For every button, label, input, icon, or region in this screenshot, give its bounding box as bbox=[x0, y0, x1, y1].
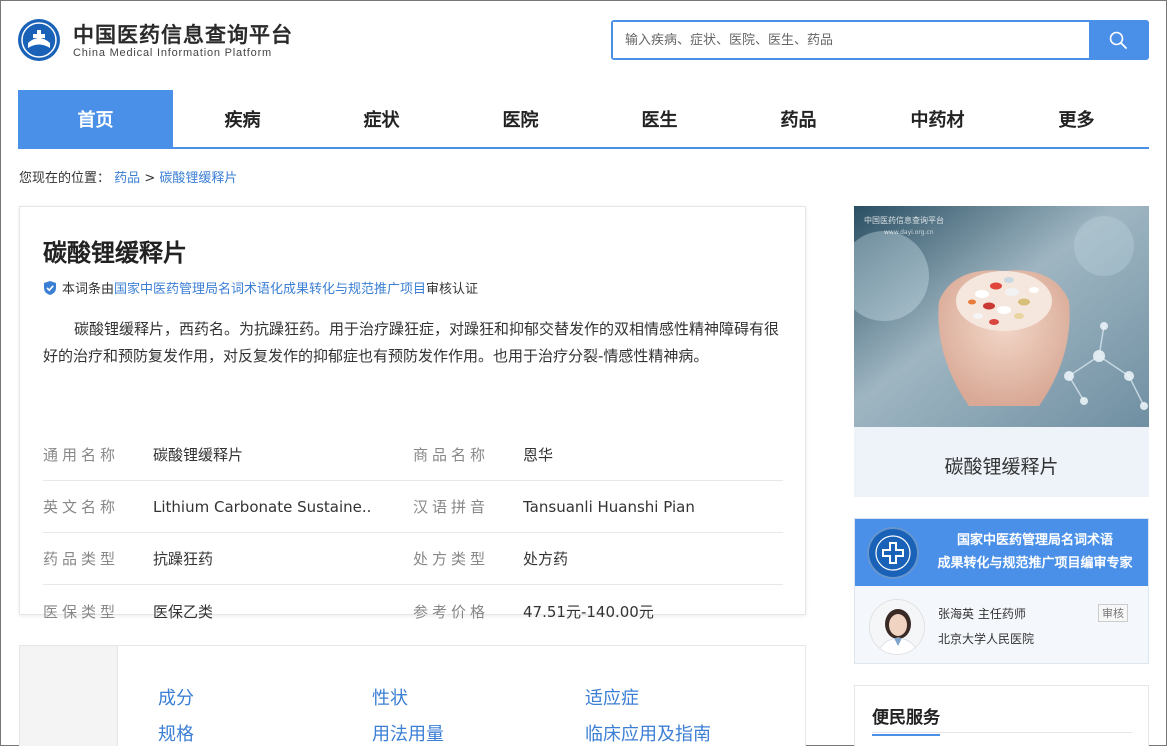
info-value: 处方药 bbox=[523, 550, 569, 568]
expert-card: 国家中医药管理局名词术语 成果转化与规范推广项目编审专家 张海英 主任药师 北京… bbox=[854, 518, 1149, 664]
nav-item-home[interactable]: 首页 bbox=[18, 90, 173, 147]
section-link-indications[interactable]: 适应症 bbox=[585, 684, 639, 710]
info-row: 英文名称 Lithium Carbonate Sustaine.. 汉语拼音 Tan… bbox=[43, 481, 783, 533]
info-label: 商品名称 bbox=[413, 446, 490, 464]
section-link-properties[interactable]: 性状 bbox=[372, 684, 408, 710]
nav-item-more[interactable]: 更多 bbox=[1007, 90, 1146, 147]
info-value: 恩华 bbox=[523, 446, 554, 464]
breadcrumb-prefix: 您现在的位置： bbox=[19, 171, 111, 186]
info-label: 药品类型 bbox=[43, 550, 120, 568]
info-row: 医保类型 医保乙类 参考价格 47.51元-140.00元 bbox=[43, 585, 783, 637]
main-nav: 首页 疾病 症状 医院 医生 药品 中药材 更多 bbox=[18, 90, 1149, 149]
section-links-side bbox=[20, 646, 118, 746]
info-row: 通用名称 碳酸锂缓释片 商品名称 恩华 bbox=[43, 429, 783, 481]
info-label: 医保类型 bbox=[43, 602, 120, 621]
section-link-dosage[interactable]: 用法用量 bbox=[372, 720, 444, 746]
info-value: 抗躁狂药 bbox=[153, 550, 214, 568]
service-card: 便民服务 bbox=[854, 685, 1149, 746]
search-button[interactable] bbox=[1089, 22, 1147, 58]
certification-line: 本词条由 国家中医药管理局名词术语化成果转化与规范推广项目 审核认证 bbox=[43, 278, 478, 297]
nav-item-herbal[interactable]: 中药材 bbox=[868, 90, 1007, 147]
expert-hospital: 北京大学人民医院 bbox=[938, 632, 1035, 646]
search-box bbox=[611, 20, 1149, 60]
info-row: 药品类型 抗躁狂药 处方类型 处方药 bbox=[43, 533, 783, 585]
nav-item-doctor[interactable]: 医生 bbox=[590, 90, 729, 147]
info-label: 英文名称 bbox=[43, 498, 120, 516]
nav-item-drug[interactable]: 药品 bbox=[729, 90, 868, 147]
site-title[interactable]: 中国医药信息查询平台 bbox=[73, 19, 293, 49]
expert-banner: 国家中医药管理局名词术语 成果转化与规范推广项目编审专家 bbox=[855, 519, 1148, 586]
info-value: 碳酸锂缓释片 bbox=[153, 446, 244, 464]
service-divider bbox=[872, 732, 1132, 733]
nav-item-disease[interactable]: 疾病 bbox=[173, 90, 312, 147]
info-value: Tansuanli Huanshi Pian bbox=[523, 497, 695, 516]
info-value: 医保乙类 bbox=[153, 602, 214, 621]
cert-prefix: 本词条由 bbox=[62, 282, 115, 297]
expert-name[interactable]: 张海英 主任药师 bbox=[938, 605, 1026, 622]
image-watermark-url: www.dayi.org.cn bbox=[884, 229, 934, 236]
drug-image[interactable]: 中国医药信息查询平台 www.dayi.org.cn bbox=[854, 206, 1149, 427]
search-input[interactable] bbox=[613, 22, 1089, 58]
avatar[interactable] bbox=[869, 599, 925, 655]
verified-shield-icon bbox=[44, 280, 56, 295]
info-value: Lithium Carbonate Sustaine.. bbox=[153, 497, 372, 516]
breadcrumb: 您现在的位置： 药品 > 碳酸锂缓释片 bbox=[19, 167, 237, 186]
drug-description: 碳酸锂缓释片，西药名。为抗躁狂药。用于治疗躁狂症，对躁狂和抑郁交替发作的双相情感… bbox=[43, 320, 780, 365]
nav-item-symptom[interactable]: 症状 bbox=[312, 90, 451, 147]
banner-line2: 成果转化与规范推广项目编审专家 bbox=[937, 556, 1133, 571]
info-label: 参考价格 bbox=[413, 602, 490, 621]
drug-image-caption: 碳酸锂缓释片 bbox=[944, 456, 1059, 478]
section-link-ingredients[interactable]: 成分 bbox=[158, 684, 194, 710]
drug-card: 碳酸锂缓释片 本词条由 国家中医药管理局名词术语化成果转化与规范推广项目 审核认证 … bbox=[19, 206, 806, 621]
image-watermark: 中国医药信息查询平台 bbox=[864, 215, 944, 225]
drug-image-card: 中国医药信息查询平台 www.dayi.org.cn 碳酸锂缓释片 bbox=[854, 206, 1149, 497]
breadcrumb-separator: > bbox=[144, 171, 156, 186]
breadcrumb-link-drug[interactable]: 药品 bbox=[114, 171, 140, 186]
site-header: 中国医药信息查询平台 China Medical Information Pla… bbox=[1, 1, 1166, 89]
info-value: 47.51元-140.00元 bbox=[523, 602, 654, 621]
expert-banner-text: 国家中医药管理局名词术语 成果转化与规范推广项目编审专家 bbox=[925, 529, 1145, 575]
info-label: 汉语拼音 bbox=[413, 498, 490, 516]
review-badge: 审核 bbox=[1098, 604, 1128, 622]
breadcrumb-link-current[interactable]: 碳酸锂缓释片 bbox=[159, 171, 237, 186]
cert-suffix: 审核认证 bbox=[426, 282, 479, 297]
info-label: 通用名称 bbox=[43, 446, 120, 464]
drug-info-table: 通用名称 碳酸锂缓释片 商品名称 恩华 英文名称 Lithium Carbonate … bbox=[43, 429, 783, 637]
logo-icon[interactable] bbox=[18, 19, 60, 61]
section-link-specification[interactable]: 规格 bbox=[158, 720, 194, 746]
cert-org-link[interactable]: 国家中医药管理局名词术语化成果转化与规范推广项目 bbox=[114, 278, 426, 297]
banner-line1: 国家中医药管理局名词术语 bbox=[956, 533, 1113, 548]
site-subtitle: China Medical Information Platform bbox=[73, 47, 272, 59]
drug-title: 碳酸锂缓释片 bbox=[43, 239, 187, 267]
tcm-administration-logo-icon bbox=[867, 527, 919, 579]
info-label: 处方类型 bbox=[413, 550, 490, 568]
search-icon bbox=[1109, 31, 1127, 49]
nav-item-hospital[interactable]: 医院 bbox=[451, 90, 590, 147]
section-links-card: 成分 性状 适应症 规格 用法用量 临床应用及指南 bbox=[19, 645, 806, 746]
section-link-clinical-guide[interactable]: 临床应用及指南 bbox=[585, 720, 711, 746]
